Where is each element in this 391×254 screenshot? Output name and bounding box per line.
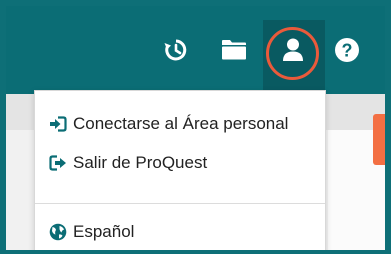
app-window: ? Conectarse al Área personal Salir de P… xyxy=(6,6,385,250)
user-dropdown-menu: Conectarse al Área personal Salir de Pro… xyxy=(34,90,326,250)
menu-item-label: Salir de ProQuest xyxy=(73,153,208,172)
user-icon[interactable] xyxy=(279,36,307,64)
sign-out-icon xyxy=(49,155,67,171)
screen: ? Conectarse al Área personal Salir de P… xyxy=(0,0,391,254)
menu-item-sign-out[interactable]: Salir de ProQuest xyxy=(35,146,325,180)
folder-icon[interactable] xyxy=(220,36,248,64)
menu-item-label: Español xyxy=(73,222,135,241)
menu-item-language[interactable]: Español xyxy=(35,215,325,249)
feedback-tab[interactable] xyxy=(373,114,385,165)
help-icon[interactable]: ? xyxy=(333,36,361,64)
top-toolbar: ? xyxy=(6,6,385,94)
menu-item-sign-in[interactable]: Conectarse al Área personal xyxy=(35,107,325,141)
history-icon[interactable] xyxy=(162,36,190,64)
menu-item-label: Conectarse al Área personal xyxy=(73,114,289,133)
menu-divider xyxy=(35,203,325,204)
globe-icon xyxy=(49,223,67,241)
sign-in-icon xyxy=(49,116,67,132)
svg-text:?: ? xyxy=(342,41,353,61)
